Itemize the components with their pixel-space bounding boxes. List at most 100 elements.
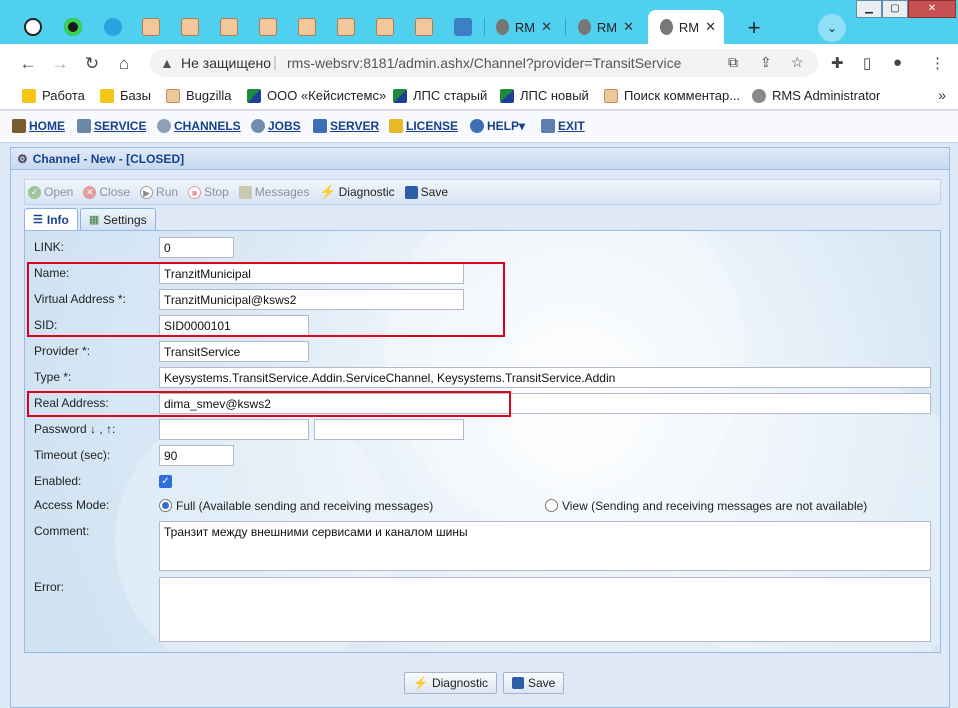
type-field[interactable]: Keysystems.TransitService.Addin.ServiceC… <box>159 367 931 388</box>
access-view-radio[interactable] <box>545 499 558 512</box>
service-icon <box>77 119 91 133</box>
diagnostic-bottom-button[interactable]: ⚡ Diagnostic <box>404 672 497 694</box>
run-button[interactable]: ▶ Run <box>140 185 178 199</box>
back-button[interactable]: ← <box>17 53 39 75</box>
close-icon[interactable]: ✕ <box>705 19 716 35</box>
browser-tab[interactable] <box>366 10 404 44</box>
menu-server[interactable]: SERVER <box>313 119 379 133</box>
browser-tab-active[interactable]: RM ✕ <box>648 10 724 44</box>
comment-label: Comment: <box>34 524 90 538</box>
error-field[interactable] <box>159 577 931 642</box>
menu-jobs[interactable]: JOBS <box>251 119 301 133</box>
action-label: Run <box>156 185 179 199</box>
bookmark-item[interactable]: RMS Administrator <box>752 88 880 103</box>
browser-tab[interactable] <box>327 10 365 44</box>
provider-field[interactable]: TransitService <box>159 341 309 362</box>
extensions-icon[interactable]: ✚ <box>831 54 844 72</box>
tab-settings[interactable]: ▦ Settings <box>79 208 156 230</box>
forward-button[interactable]: → <box>49 53 71 75</box>
menu-home[interactable]: HOME <box>12 119 65 133</box>
new-tab-button[interactable]: + <box>741 15 767 41</box>
bookmarks-overflow-button[interactable]: » <box>938 87 946 103</box>
tab-info[interactable]: ☰ Info <box>24 208 78 230</box>
link-field[interactable]: 0 <box>159 237 234 258</box>
browser-tab[interactable] <box>94 10 132 44</box>
menu-service[interactable]: SERVICE <box>77 119 146 133</box>
kebab-menu-icon[interactable]: ⋮ <box>930 54 945 72</box>
gear-icon <box>660 19 673 35</box>
menu-license[interactable]: LICENSE <box>389 119 458 133</box>
open-button[interactable]: ✓ Open <box>28 185 73 199</box>
browser-tab-bar: RM ✕ RM ✕ RM ✕ + ⌄ ▁ ▢ ✕ <box>0 0 958 44</box>
browser-tab[interactable] <box>54 10 92 44</box>
browser-tab[interactable] <box>171 10 209 44</box>
bookmark-label: Работа <box>42 88 85 103</box>
exit-icon <box>541 119 555 133</box>
pig-icon <box>376 18 394 36</box>
bottom-buttons: ⚡ Diagnostic Save <box>404 672 565 694</box>
tab-search-button[interactable]: ⌄ <box>818 14 846 42</box>
side-panel-icon[interactable]: ▯ <box>863 54 871 72</box>
password-field[interactable] <box>159 419 309 440</box>
action-label: Close <box>99 185 131 199</box>
menu-exit[interactable]: EXIT <box>541 119 585 133</box>
address-bar[interactable]: ▲ Не защищено | rms-websrv:8181/admin.as… <box>150 49 818 77</box>
keysystems-icon <box>500 88 514 103</box>
gear-icon <box>752 88 766 103</box>
tab-label: Settings <box>103 212 147 227</box>
close-window-button[interactable]: ✕ <box>908 0 956 18</box>
browser-tab[interactable]: RM ✕ <box>566 10 642 44</box>
bookmark-item[interactable]: ЛПС новый <box>500 88 589 103</box>
floppy-icon <box>404 185 418 199</box>
address-divider: | <box>273 54 277 71</box>
password-confirm-field[interactable] <box>314 419 464 440</box>
timeout-field[interactable]: 90 <box>159 445 234 466</box>
highlight-frame <box>27 391 511 417</box>
profile-icon[interactable]: ● <box>893 54 902 71</box>
panel-tabs: ☰ Info ▦ Settings <box>24 208 156 230</box>
access-full-radio[interactable] <box>159 499 172 512</box>
star-icon[interactable]: ☆ <box>791 54 804 71</box>
bookmark-item[interactable]: Базы <box>100 88 151 103</box>
menu-help[interactable]: HELP▾ <box>470 119 525 133</box>
share-icon[interactable]: ⇪ <box>760 54 772 71</box>
browser-tab[interactable] <box>210 10 248 44</box>
browser-tab[interactable] <box>405 10 443 44</box>
maximize-button[interactable]: ▢ <box>882 0 908 18</box>
close-icon[interactable]: ✕ <box>623 19 634 35</box>
browser-tab[interactable] <box>249 10 287 44</box>
bookmark-item[interactable]: ЛПС старый <box>393 88 487 103</box>
close-button[interactable]: ✕ Close <box>83 185 130 199</box>
browser-tab[interactable] <box>132 10 170 44</box>
tab-label: Info <box>46 212 69 227</box>
browser-tab[interactable] <box>444 10 482 44</box>
reload-button[interactable]: ↻ <box>81 53 103 75</box>
messages-button[interactable]: Messages <box>238 185 309 199</box>
home-button[interactable]: ⌂ <box>113 53 135 75</box>
browser-tab[interactable] <box>288 10 326 44</box>
minimize-button[interactable]: ▁ <box>856 0 882 18</box>
menu-label: EXIT <box>558 119 585 133</box>
enabled-checkbox[interactable]: ✓ <box>159 475 172 488</box>
save-button[interactable]: Save <box>404 185 448 199</box>
menu-label: CHANNELS <box>174 119 241 133</box>
menu-channels[interactable]: CHANNELS <box>157 119 241 133</box>
pig-icon <box>604 88 618 103</box>
save-bottom-button[interactable]: Save <box>502 672 565 694</box>
pig-icon <box>259 18 277 36</box>
bookmark-item[interactable]: ООО «Кейсистемс» <box>247 88 386 103</box>
url-text[interactable]: rms-websrv:8181/admin.ashx/Channel?provi… <box>287 55 681 71</box>
comment-field[interactable]: Транзит между внешними сервисами и канал… <box>159 521 931 571</box>
close-icon[interactable]: ✕ <box>541 19 552 35</box>
tab-title: RM <box>678 19 700 35</box>
stop-button[interactable]: ■ Stop <box>188 185 229 199</box>
bookmark-item[interactable]: Работа <box>22 88 85 103</box>
bookmark-item[interactable]: Поиск комментар... <box>604 88 740 103</box>
browser-tab[interactable] <box>14 10 52 44</box>
translate-icon[interactable]: ⧉ <box>728 54 738 71</box>
diagnostic-button[interactable]: ⚡ Diagnostic <box>319 184 394 200</box>
bookmark-item[interactable]: Bugzilla <box>166 88 232 103</box>
bookmark-label: Bugzilla <box>186 88 232 103</box>
panel-header: ⚙ Channel - New - [CLOSED] <box>11 148 949 170</box>
browser-tab[interactable]: RM ✕ <box>484 10 560 44</box>
